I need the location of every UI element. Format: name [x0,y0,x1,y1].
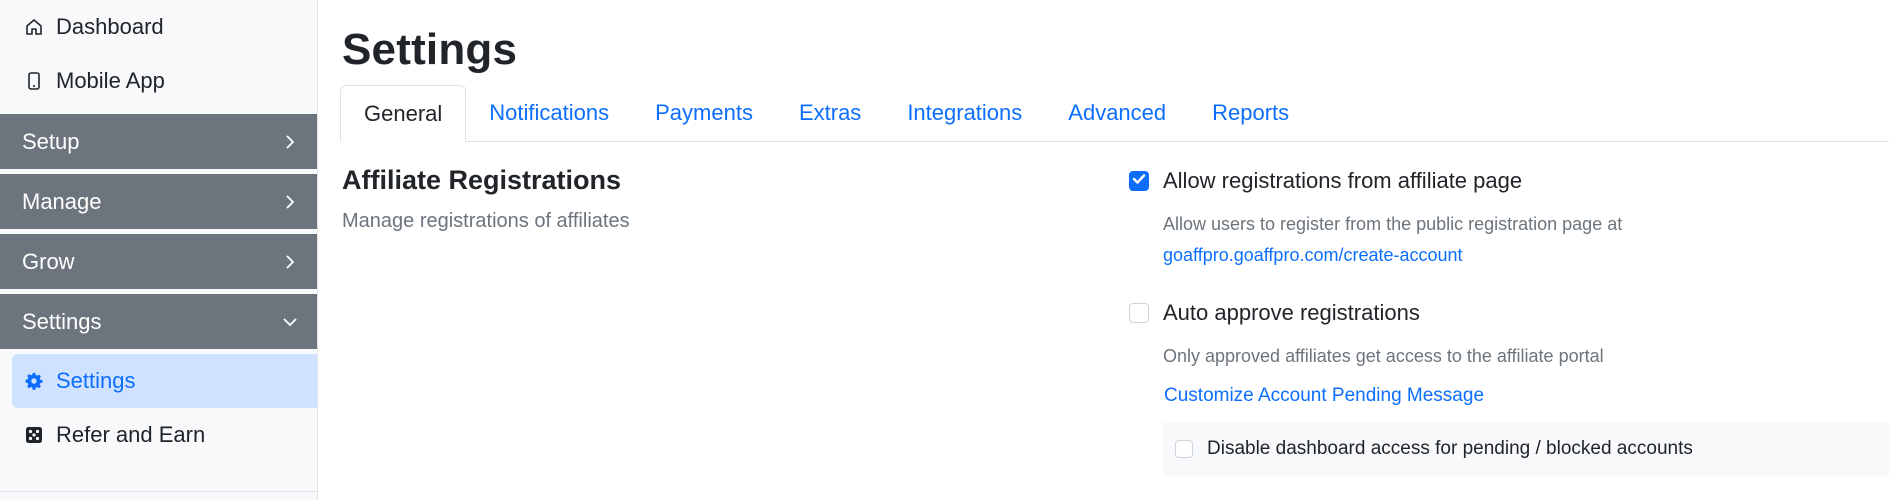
section-title: Affiliate Registrations [342,165,622,195]
disable-dashboard-option: Disable dashboard access for pending / b… [1163,422,1889,476]
gear-icon [24,371,44,391]
sidebar-item-refer-and-earn[interactable]: Refer and Earn [0,408,317,462]
auto-approve-option: Auto approve registrations [1129,296,1889,330]
disable-dashboard-label[interactable]: Disable dashboard access for pending / b… [1207,438,1693,460]
auto-approve-label[interactable]: Auto approve registrations [1163,300,1420,326]
sidebar-item-label: Dashboard [56,14,164,39]
sidebar-group-label: Settings [22,308,102,334]
sidebar-group-settings[interactable]: Settings [0,294,317,349]
section-description: Manage registrations of affiliates [342,210,630,232]
auto-approve-help: Only approved affiliates get access to t… [1163,346,1604,366]
chevron-down-icon [283,315,297,329]
customize-pending-message-link[interactable]: Customize Account Pending Message [1164,385,1889,407]
tab-notifications[interactable]: Notifications [466,85,632,141]
sidebar-item-dashboard[interactable]: Dashboard [0,0,317,54]
sidebar-group-label: Setup [22,128,80,154]
sidebar-item-label: Refer and Earn [56,422,206,447]
app-root: Dashboard Mobile App Setup Manage Grow S… [0,0,1889,500]
tab-payments[interactable]: Payments [632,85,776,141]
sidebar: Dashboard Mobile App Setup Manage Grow S… [0,0,318,500]
chevron-right-icon [283,254,297,269]
section-options: Allow registrations from affiliate page … [1129,164,1889,476]
section-info: Affiliate Registrations Manage registrat… [340,164,1129,476]
sidebar-group-label: Grow [22,248,75,274]
disable-dashboard-checkbox[interactable] [1175,440,1193,458]
home-icon [24,17,44,37]
sidebar-item-label: Mobile App [56,68,165,93]
chevron-right-icon [283,134,297,149]
general-settings-section: Affiliate Registrations Manage registrat… [340,164,1889,476]
allow-registrations-help: Allow users to register from the public … [1163,214,1623,234]
tab-integrations[interactable]: Integrations [884,85,1045,141]
settings-tabs: General Notifications Payments Extras In… [340,84,1889,142]
tab-reports[interactable]: Reports [1189,85,1312,141]
checkmark-icon [1132,172,1146,190]
tab-extras[interactable]: Extras [776,85,884,141]
sidebar-group-manage[interactable]: Manage [0,174,317,229]
mobile-phone-icon [24,71,44,91]
main-content: Settings General Notifications Payments … [318,0,1889,500]
allow-registrations-label[interactable]: Allow registrations from affiliate page [1163,168,1522,194]
registration-page-link[interactable]: goaffpro.goaffpro.com/create-account [1163,245,1889,266]
sidebar-divider [0,491,317,492]
sidebar-item-label: Settings [56,368,136,393]
sidebar-item-settings[interactable]: Settings [12,354,317,408]
tab-advanced[interactable]: Advanced [1045,85,1189,141]
allow-registrations-option: Allow registrations from affiliate page [1129,164,1889,198]
sidebar-item-mobile-app[interactable]: Mobile App [0,54,317,108]
page-title: Settings [342,25,518,74]
allow-registrations-checkbox[interactable] [1129,171,1149,191]
sidebar-group-setup[interactable]: Setup [0,114,317,169]
dice-icon [24,425,44,445]
auto-approve-checkbox[interactable] [1129,303,1149,323]
chevron-right-icon [283,194,297,209]
sidebar-group-label: Manage [22,188,102,214]
sidebar-group-grow[interactable]: Grow [0,234,317,289]
tab-general[interactable]: General [340,85,467,142]
